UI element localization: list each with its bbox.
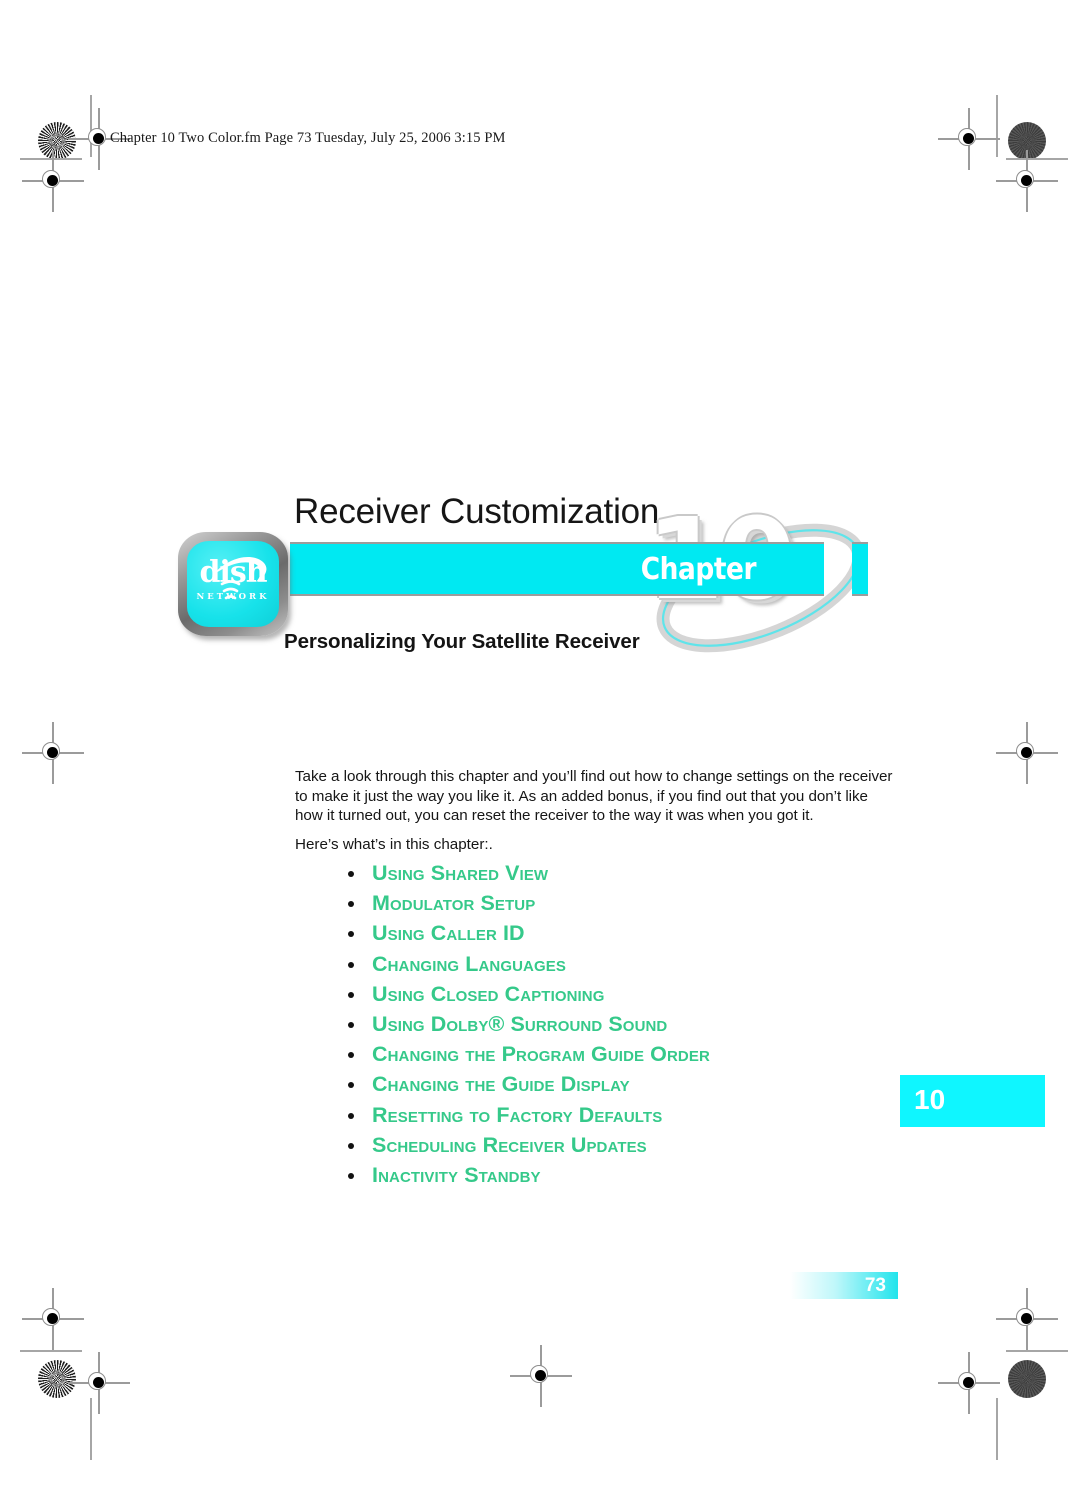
- list-item[interactable]: Inactivity Standby: [338, 1160, 710, 1190]
- trim-line-bottom-left-vertical: [90, 1398, 92, 1460]
- bullet-icon: [348, 871, 354, 877]
- registration-cross-mid-right: [996, 722, 1058, 784]
- list-item-label: Changing Languages: [372, 951, 566, 976]
- bullet-icon: [348, 901, 354, 908]
- list-item-label: Using Caller ID: [372, 921, 525, 946]
- chapter-banner: Receiver Customization 10 Chapter Person…: [178, 492, 868, 672]
- logo-wordmark: dish: [199, 555, 267, 590]
- list-item[interactable]: Changing Languages: [338, 949, 710, 979]
- chapter-thumb-tab-label: 10: [914, 1084, 946, 1115]
- registration-cross-bottom-right-outer: [996, 1288, 1058, 1350]
- registration-cross-bottom-center: [510, 1345, 572, 1407]
- chapter-subtitle: Personalizing Your Satellite Receiver: [284, 630, 640, 653]
- registration-star-bottom-right: [1008, 1360, 1046, 1398]
- list-item-label: Resetting to Factory Defaults: [372, 1102, 663, 1127]
- list-item-label: Using Closed Captioning: [372, 981, 605, 1006]
- list-item[interactable]: Using Closed Captioning: [338, 979, 710, 1009]
- list-item-label: Scheduling Receiver Updates: [372, 1132, 647, 1157]
- list-item-label: Changing the Guide Display: [372, 1072, 630, 1097]
- list-item-label: Using Shared View: [372, 861, 549, 885]
- list-item[interactable]: Resetting to Factory Defaults: [338, 1100, 710, 1130]
- bullet-icon: [348, 1172, 354, 1179]
- chapter-contents-list: Using Shared View Modulator Setup Using …: [338, 858, 710, 1190]
- bullet-icon: [348, 1052, 354, 1059]
- file-slug-line: Chapter 10 Two Color.fm Page 73 Tuesday,…: [110, 130, 506, 146]
- bullet-icon: [348, 1082, 354, 1089]
- bullet-icon: [348, 1112, 354, 1119]
- chapter-bar-label: Chapter: [640, 552, 757, 587]
- registration-cross-top-left-outer: [22, 150, 84, 212]
- trim-line-right-bottom-horizontal: [1006, 1350, 1068, 1352]
- logo-sub-wordmark: NETWORK: [196, 592, 270, 602]
- list-item[interactable]: Scheduling Receiver Updates: [338, 1130, 710, 1160]
- list-item[interactable]: Using Dolby® Surround Sound: [338, 1009, 710, 1039]
- intro-paragraph: Take a look through this chapter and you…: [295, 768, 893, 825]
- page-title: Receiver Customization: [294, 492, 660, 531]
- page-number: 73: [864, 1275, 886, 1296]
- registration-cross-mid-left: [22, 722, 84, 784]
- bullet-icon: [348, 931, 354, 938]
- list-item[interactable]: Using Shared View: [338, 858, 710, 888]
- registration-cross-bottom-right-inner: [938, 1352, 1000, 1414]
- lead-in-paragraph: Here’s what’s in this chapter:.: [295, 836, 493, 854]
- bullet-icon: [348, 1021, 354, 1028]
- bullet-icon: [348, 1142, 354, 1149]
- list-item[interactable]: Using Caller ID: [338, 918, 710, 948]
- page-number-folio: 73: [790, 1272, 898, 1299]
- bullet-icon: [348, 991, 354, 998]
- list-item-label: Modulator Setup: [372, 891, 536, 916]
- registration-cross-bottom-left-inner: [68, 1352, 130, 1414]
- list-item[interactable]: Changing the Guide Display: [338, 1069, 710, 1099]
- list-item-label: Using Dolby® Surround Sound: [372, 1011, 668, 1036]
- list-item-label: Inactivity Standby: [372, 1162, 541, 1187]
- list-item[interactable]: Modulator Setup: [338, 888, 710, 918]
- list-item-label: Changing the Program Guide Order: [372, 1042, 710, 1067]
- chapter-bar-end-cap: [852, 542, 868, 596]
- trim-line-bottom-right-vertical: [996, 1398, 998, 1460]
- registration-cross-bottom-left-outer: [22, 1288, 84, 1350]
- chapter-thumb-tab: 10: [900, 1075, 1045, 1127]
- list-item[interactable]: Changing the Program Guide Order: [338, 1039, 710, 1069]
- registration-cross-top-right-inner: [938, 108, 1000, 170]
- chapter-bar: Chapter: [290, 542, 824, 596]
- registration-cross-top-right-outer: [996, 150, 1058, 212]
- dish-network-logo: dish NETWORK: [178, 532, 288, 636]
- bullet-icon: [348, 961, 354, 968]
